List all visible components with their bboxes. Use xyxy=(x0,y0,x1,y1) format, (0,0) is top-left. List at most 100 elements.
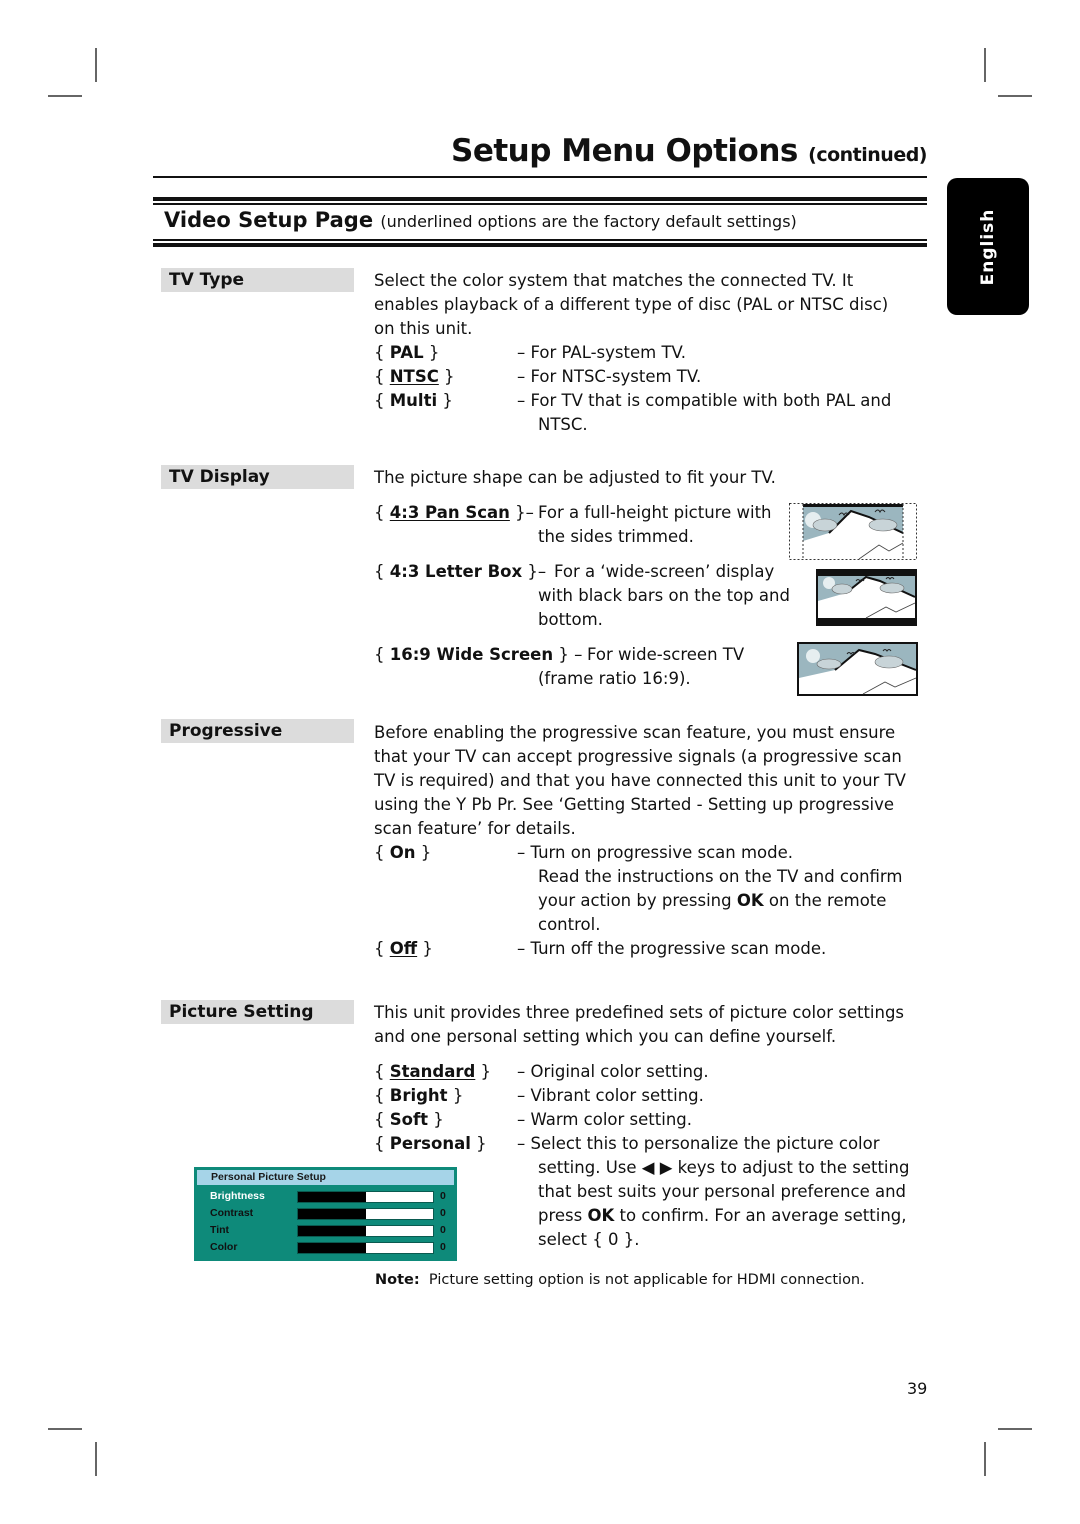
panel-row-label: Brightness xyxy=(210,1190,265,1202)
panel-row-tint[interactable]: Tint 0 xyxy=(210,1222,450,1238)
personal-desc-2: setting. Use ◀ ▶ keys to adjust to the s… xyxy=(538,1158,910,1177)
progressive-desc-3: TV is required) and that you have connec… xyxy=(374,771,906,790)
picture-desc-1: This unit provides three predefined sets… xyxy=(374,1003,905,1022)
option-on-desc-2: Read the instructions on the TV and conf… xyxy=(538,867,903,886)
crop-mark xyxy=(48,1428,82,1430)
personal-desc-4: press OK to confirm. For an average sett… xyxy=(538,1206,907,1225)
panel-row-value: 0 xyxy=(440,1241,446,1253)
section-subtitle: (underlined options are the factory defa… xyxy=(380,212,797,231)
wide-screen-illustration-icon xyxy=(797,642,918,696)
option-bright-desc: – Vibrant color setting. xyxy=(517,1086,704,1105)
section-title: Video Setup Page xyxy=(164,208,374,232)
personal-picture-setup-panel: Personal Picture Setup Brightness 0 Contra… xyxy=(194,1167,457,1261)
option-on-desc-3: your action by pressing OK on the remote xyxy=(538,891,887,910)
level-slider[interactable] xyxy=(297,1208,434,1220)
option-standard-desc: – Original color setting. xyxy=(517,1062,709,1081)
level-slider[interactable] xyxy=(297,1225,434,1237)
setting-label-tv-display: TV Display xyxy=(161,465,354,489)
personal-desc-3: that best suits your personal preference… xyxy=(538,1182,907,1201)
level-slider-fill xyxy=(298,1226,366,1236)
progressive-desc-5: scan feature’ for details. xyxy=(374,819,576,838)
divider xyxy=(153,203,927,205)
option-on-desc: – Turn on progressive scan mode. xyxy=(517,843,794,862)
option-multi[interactable]: { Multi } xyxy=(374,389,453,413)
option-off[interactable]: { Off } xyxy=(374,937,433,961)
option-off-desc: – Turn off the progressive scan mode. xyxy=(517,939,827,958)
panel-row-value: 0 xyxy=(440,1207,446,1219)
page-title-text: Setup Menu Options xyxy=(451,133,798,169)
panel-row-brightness[interactable]: Brightness 0 xyxy=(210,1188,450,1204)
pan-scan-illustration-icon xyxy=(789,503,917,560)
setting-label-progressive: Progressive xyxy=(161,719,354,743)
option-personal-desc: – Select this to personalize the picture… xyxy=(517,1134,880,1153)
option-bright[interactable]: { Bright } xyxy=(374,1084,463,1108)
letter-box-illustration-icon xyxy=(816,569,917,626)
level-slider-fill xyxy=(298,1209,366,1219)
page-title-suffix: (continued) xyxy=(808,144,927,166)
tv-type-desc-3: on this unit. xyxy=(374,319,473,338)
wide-screen-desc-2: (frame ratio 16:9). xyxy=(538,669,691,688)
option-letter-box[interactable]: { 4:3 Letter Box }– xyxy=(374,560,546,584)
option-multi-desc-2: NTSC. xyxy=(538,415,588,434)
note: Note: Picture setting option is not appl… xyxy=(375,1272,865,1288)
setting-label-tv-type: TV Type xyxy=(161,268,354,292)
panel-row-label: Tint xyxy=(210,1224,230,1236)
option-wide-screen[interactable]: { 16:9 Wide Screen } – xyxy=(374,643,582,667)
letter-box-desc-1: For a ‘wide-screen’ display xyxy=(554,562,775,581)
crop-mark xyxy=(998,95,1032,97)
progressive-desc-2: that your TV can accept progressive sign… xyxy=(374,747,902,766)
divider xyxy=(153,239,927,241)
note-label: Note: xyxy=(375,1272,420,1288)
level-slider[interactable] xyxy=(297,1242,434,1254)
pan-scan-desc-2: the sides trimmed. xyxy=(538,527,694,546)
note-text: Picture setting option is not applicable… xyxy=(428,1272,865,1288)
left-right-arrow-icons: ◀ ▶ xyxy=(641,1158,673,1177)
picture-desc-2: and one personal setting which you can d… xyxy=(374,1027,837,1046)
tv-type-desc-2: enables playback of a different type of … xyxy=(374,295,889,314)
divider xyxy=(153,243,927,247)
crop-mark xyxy=(48,95,82,97)
crop-mark xyxy=(984,48,986,82)
option-on[interactable]: { On } xyxy=(374,841,431,865)
panel-row-label: Color xyxy=(210,1241,238,1253)
option-pal[interactable]: { PAL } xyxy=(374,341,439,365)
language-tab-label: English xyxy=(978,208,998,285)
option-soft-desc: – Warm color setting. xyxy=(517,1110,692,1129)
setting-label-picture-setting: Picture Setting xyxy=(161,1000,354,1024)
panel-title: Personal Picture Setup xyxy=(197,1170,454,1185)
tv-display-desc: The picture shape can be adjusted to fit… xyxy=(374,468,776,487)
panel-row-label: Contrast xyxy=(210,1207,254,1219)
level-slider-fill xyxy=(298,1243,366,1253)
option-pan-scan[interactable]: { 4:3 Pan Scan }– xyxy=(374,501,534,525)
divider xyxy=(153,176,927,178)
personal-desc-5: select { 0 }. xyxy=(538,1230,640,1249)
page-title: Setup Menu Options (continued) xyxy=(451,133,927,169)
option-on-desc-4: control. xyxy=(538,915,601,934)
page-number: 39 xyxy=(907,1379,928,1398)
crop-mark xyxy=(95,1442,97,1476)
option-soft[interactable]: { Soft } xyxy=(374,1108,444,1132)
crop-mark xyxy=(984,1442,986,1476)
tv-type-desc-1: Select the color system that matches the… xyxy=(374,271,854,290)
letter-box-desc-3: bottom. xyxy=(538,610,603,629)
panel-row-contrast[interactable]: Contrast 0 xyxy=(210,1205,450,1221)
language-tab: English xyxy=(947,178,1029,315)
progressive-desc-4: using the Y Pb Pr. See ‘Getting Started … xyxy=(374,795,895,814)
option-standard[interactable]: { Standard } xyxy=(374,1060,491,1084)
level-slider-fill xyxy=(298,1192,366,1202)
wide-screen-desc-1: For wide-screen TV xyxy=(587,645,745,664)
panel-row-color[interactable]: Color 0 xyxy=(210,1239,450,1255)
panel-row-value: 0 xyxy=(440,1190,446,1202)
option-pal-desc: – For PAL-system TV. xyxy=(517,343,686,362)
option-ntsc-desc: – For NTSC-system TV. xyxy=(517,367,702,386)
option-personal[interactable]: { Personal } xyxy=(374,1132,487,1156)
section-heading: Video Setup Page (underlined options are… xyxy=(164,208,797,232)
level-slider[interactable] xyxy=(297,1191,434,1203)
divider xyxy=(153,197,927,201)
panel-row-value: 0 xyxy=(440,1224,446,1236)
crop-mark xyxy=(95,48,97,82)
option-ntsc[interactable]: { NTSC } xyxy=(374,365,455,389)
progressive-desc-1: Before enabling the progressive scan fea… xyxy=(374,723,896,742)
letter-box-desc-2: with black bars on the top and xyxy=(538,586,790,605)
option-multi-desc: – For TV that is compatible with both PA… xyxy=(517,391,892,410)
